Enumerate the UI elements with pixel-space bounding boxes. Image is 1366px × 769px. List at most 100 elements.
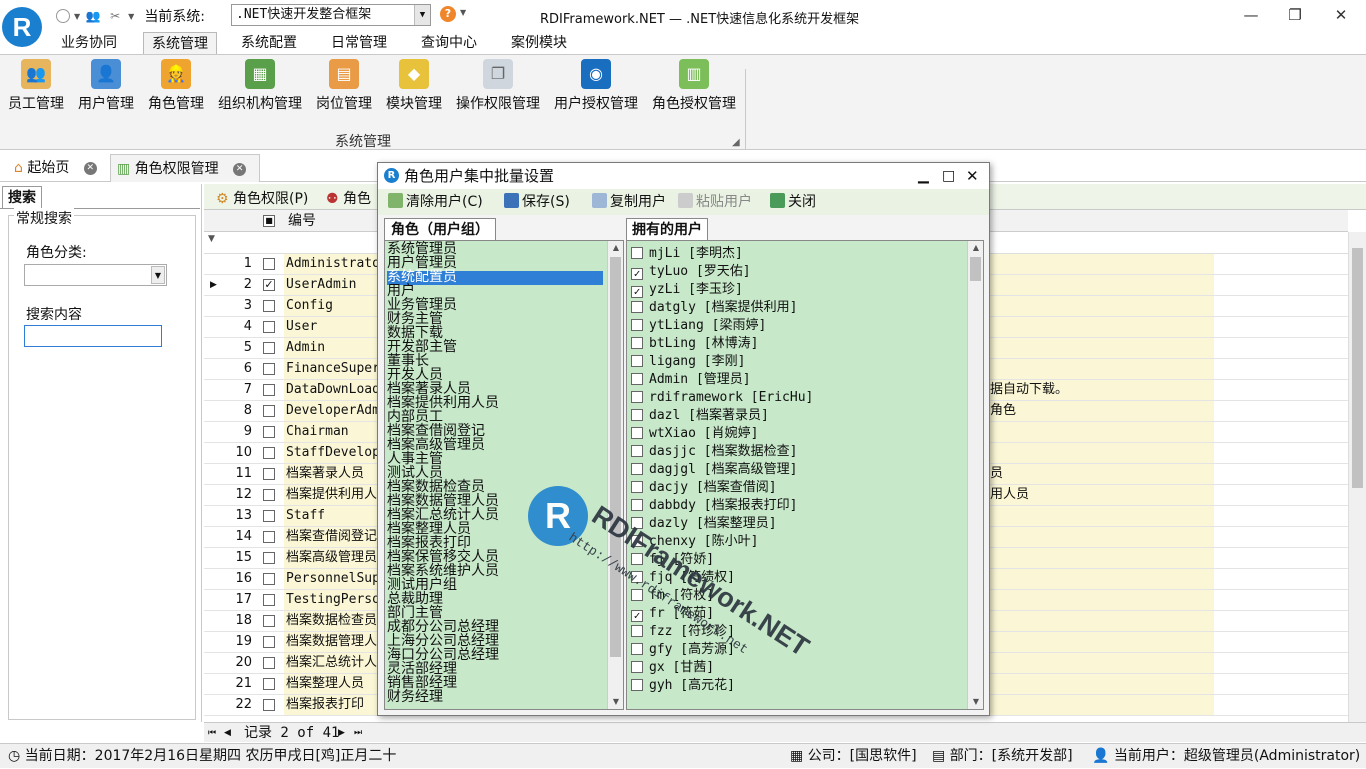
- chevron-down-icon[interactable]: ▼: [74, 12, 80, 21]
- row-checkbox[interactable]: [263, 468, 275, 480]
- row-checkbox[interactable]: [263, 510, 275, 522]
- role-permission-button[interactable]: ⚙ 角色权限(P): [216, 188, 308, 208]
- user-checkbox[interactable]: [631, 373, 643, 385]
- user-checkbox[interactable]: [631, 589, 643, 601]
- tools-icon[interactable]: ✂: [106, 7, 124, 25]
- user-checkbox[interactable]: [631, 679, 643, 691]
- category-select[interactable]: ▼: [24, 264, 167, 286]
- user-item[interactable]: fj [符娇]: [631, 551, 714, 569]
- clear-users-button[interactable]: 清除用户(C): [388, 189, 483, 215]
- close-icon[interactable]: ✕: [83, 161, 97, 175]
- row-checkbox[interactable]: [263, 678, 275, 690]
- user-checkbox[interactable]: ✓: [631, 268, 643, 280]
- user-checkbox[interactable]: [631, 661, 643, 673]
- scroll-up-icon[interactable]: ▲: [608, 241, 623, 255]
- user-item[interactable]: mjLi [李明杰]: [631, 245, 743, 263]
- row-checkbox[interactable]: [263, 426, 275, 438]
- scroll-down-icon[interactable]: ▼: [608, 695, 623, 709]
- user-item[interactable]: ligang [李刚]: [631, 353, 745, 371]
- user-checkbox[interactable]: [631, 355, 643, 367]
- user-item[interactable]: btLing [林博涛]: [631, 335, 758, 353]
- row-checkbox[interactable]: [263, 573, 275, 585]
- user-checkbox[interactable]: [631, 481, 643, 493]
- user-checkbox[interactable]: [631, 427, 643, 439]
- minimize-icon[interactable]: ▁: [918, 163, 929, 189]
- user-item[interactable]: dasjjc [档案数据检查]: [631, 443, 797, 461]
- chevron-down-icon[interactable]: ▼: [128, 12, 134, 21]
- row-checkbox[interactable]: [263, 321, 275, 333]
- row-checkbox[interactable]: [263, 552, 275, 564]
- user-checkbox[interactable]: [631, 517, 643, 529]
- operation-permission-button[interactable]: ❐ 操作权限管理: [454, 59, 542, 113]
- user-checkbox[interactable]: [631, 499, 643, 511]
- select-all-checkbox[interactable]: ■: [263, 215, 275, 227]
- users-tab[interactable]: 拥有的用户: [626, 218, 708, 240]
- paste-users-button[interactable]: 粘贴用户: [678, 189, 752, 215]
- user-checkbox[interactable]: [631, 535, 643, 547]
- role-list[interactable]: 系统管理员 用户管理员 系统配置员 用户 业务管理员 财务主管 数据下载 开发部主管 董事长 开发…: [384, 240, 624, 710]
- tab-case-modules[interactable]: 案例模块: [503, 32, 575, 54]
- user-item[interactable]: dazly [档案整理员]: [631, 515, 777, 533]
- module-management-button[interactable]: ◆ 模块管理: [384, 59, 444, 113]
- user-item[interactable]: rdiframework [EricHu]: [631, 389, 813, 407]
- row-checkbox[interactable]: [263, 615, 275, 627]
- copy-users-button[interactable]: 复制用户: [592, 189, 666, 215]
- user-checkbox[interactable]: [631, 625, 643, 637]
- roles-tab[interactable]: 角色（用户组）: [384, 218, 496, 240]
- scroll-thumb[interactable]: [1352, 248, 1363, 488]
- user-item[interactable]: fjq [符绩权]: [631, 569, 735, 587]
- app-logo[interactable]: R: [2, 7, 42, 47]
- tab-business[interactable]: 业务协同: [53, 32, 125, 54]
- user-item[interactable]: dacjy [档案查借阅]: [631, 479, 777, 497]
- user-checkbox[interactable]: [631, 643, 643, 655]
- role-authorization-button[interactable]: ▥ 角色授权管理: [650, 59, 738, 113]
- user-item[interactable]: fzz [符珍珍]: [631, 623, 735, 641]
- save-button[interactable]: 保存(S): [504, 189, 570, 215]
- user-item[interactable]: dabbdy [档案报表打印]: [631, 497, 797, 515]
- user-item[interactable]: datgly [档案提供利用]: [631, 299, 797, 317]
- tab-query-center[interactable]: 查询中心: [413, 32, 485, 54]
- user-item[interactable]: wtXiao [肖婉婷]: [631, 425, 758, 443]
- row-checkbox[interactable]: [263, 258, 275, 270]
- role-item[interactable]: 财务经理: [387, 690, 443, 705]
- user-checkbox[interactable]: [631, 463, 643, 475]
- user-checkbox[interactable]: [631, 247, 643, 259]
- dialog-launcher-icon[interactable]: ◢: [732, 137, 740, 148]
- row-checkbox[interactable]: [263, 657, 275, 669]
- chevron-down-icon[interactable]: ▼: [414, 5, 430, 25]
- help-icon[interactable]: ?: [440, 6, 456, 22]
- row-checkbox[interactable]: [263, 363, 275, 375]
- search-tab[interactable]: 搜索: [2, 186, 42, 208]
- user-item[interactable]: ✓ fr [符茹]: [631, 605, 714, 623]
- row-checkbox[interactable]: [263, 384, 275, 396]
- close-icon[interactable]: ✕: [966, 163, 979, 189]
- content-input[interactable]: [24, 325, 162, 347]
- scroll-thumb[interactable]: [610, 257, 621, 657]
- user-checkbox[interactable]: [631, 319, 643, 331]
- user-management-button[interactable]: 👤 用户管理: [76, 59, 136, 113]
- scroll-down-icon[interactable]: ▼: [968, 695, 983, 709]
- last-page-icon[interactable]: ⏭: [354, 723, 362, 743]
- post-management-button[interactable]: ▤ 岗位管理: [314, 59, 374, 113]
- row-checkbox[interactable]: [263, 489, 275, 501]
- user-item[interactable]: dazl [档案著录员]: [631, 407, 769, 425]
- row-checkbox[interactable]: [263, 342, 275, 354]
- user-checkbox[interactable]: ✓: [631, 610, 643, 622]
- chevron-down-icon[interactable]: ▼: [460, 8, 466, 17]
- maximize-icon[interactable]: □: [942, 163, 955, 189]
- user-authorization-button[interactable]: ◉ 用户授权管理: [552, 59, 640, 113]
- theme-icon[interactable]: [56, 9, 70, 23]
- doc-tab-role-permission[interactable]: ▥ 角色权限管理 ✕: [110, 154, 260, 182]
- role-button[interactable]: ⚉ 角色: [326, 188, 371, 208]
- role-item[interactable]: 系统配置员: [387, 270, 603, 285]
- current-system-select[interactable]: .NET快速开发整合框架 ▼: [231, 4, 431, 26]
- user-item[interactable]: ✓ yzLi [李玉珍]: [631, 281, 743, 299]
- first-page-icon[interactable]: ⏮: [208, 723, 216, 743]
- user-item[interactable]: gfy [高芳源]: [631, 641, 735, 659]
- user-checkbox[interactable]: [631, 553, 643, 565]
- close-button[interactable]: 关闭: [770, 189, 816, 215]
- user-checkbox[interactable]: [631, 571, 643, 583]
- tab-daily[interactable]: 日常管理: [323, 32, 395, 54]
- next-page-icon[interactable]: ▶: [338, 723, 345, 743]
- role-management-button[interactable]: 👷 角色管理: [146, 59, 206, 113]
